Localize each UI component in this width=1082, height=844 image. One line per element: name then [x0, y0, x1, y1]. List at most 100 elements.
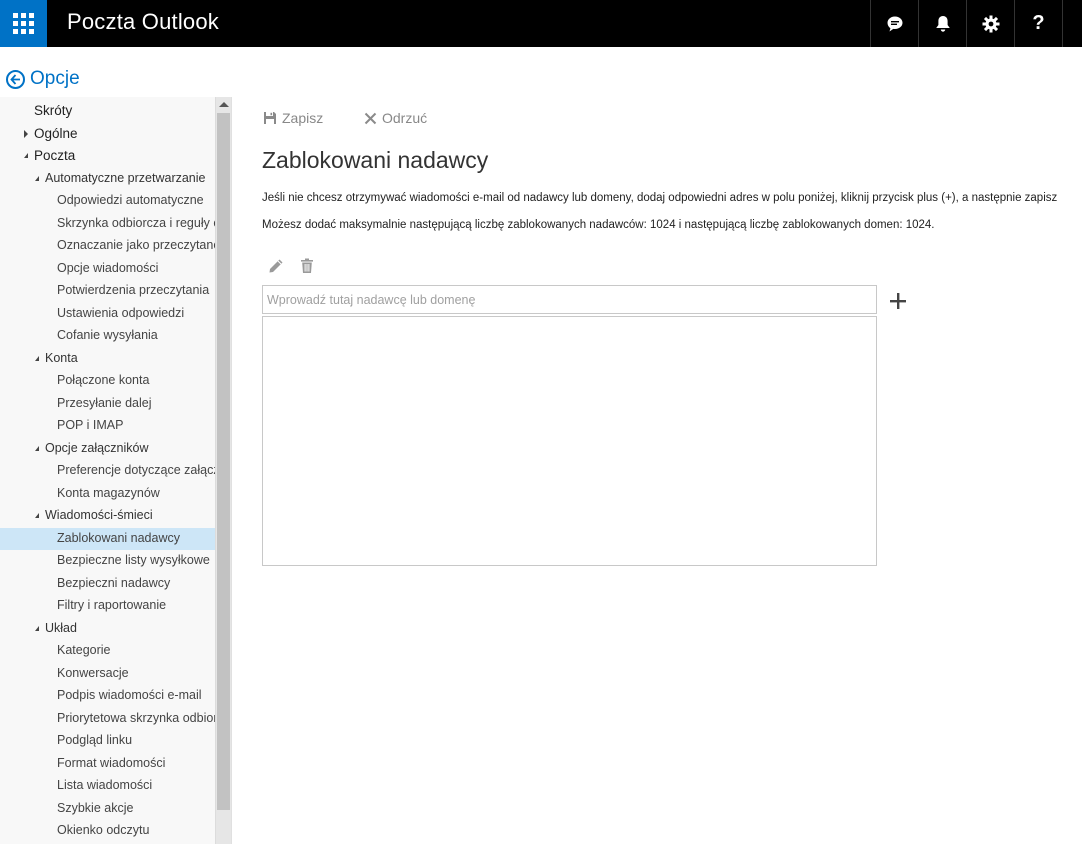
sidebar-item[interactable]: Ogólne: [0, 123, 215, 145]
gear-icon: [982, 15, 999, 32]
sidebar-item[interactable]: Szybkie akcje: [0, 798, 215, 820]
delete-button[interactable]: [297, 256, 317, 276]
page-title: Zablokowani nadawcy: [262, 147, 489, 173]
sidebar-item[interactable]: Konta: [0, 348, 215, 370]
top-bar: Poczta Outlook ?: [0, 0, 1082, 47]
sidebar-item[interactable]: Poczta: [0, 145, 215, 167]
description-text: Jeśli nie chcesz otrzymywać wiadomości e…: [262, 192, 1058, 204]
trash-icon: [301, 258, 313, 273]
sidebar-item[interactable]: Preferencje dotyczące załączn: [0, 460, 215, 482]
sidebar-item[interactable]: Konwersacje: [0, 663, 215, 685]
sidebar-item[interactable]: Priorytetowa skrzynka odbiorc: [0, 708, 215, 730]
sidebar-item[interactable]: Wiadomości-śmieci: [0, 505, 215, 527]
sidebar-item-label: Układ: [45, 620, 77, 635]
sidebar-item-label: Bezpieczni nadawcy: [57, 575, 171, 590]
sidebar-item-label: Podgląd linku: [57, 733, 133, 747]
sidebar-item[interactable]: Podpis wiadomości e-mail: [0, 685, 215, 707]
collapse-arrow-icon[interactable]: [35, 445, 39, 451]
sidebar-item[interactable]: Bezpieczne listy wysyłkowe: [0, 550, 215, 572]
pencil-icon: [269, 259, 283, 273]
add-sender-button[interactable]: [886, 289, 910, 313]
sidebar-item-label: Konta: [45, 350, 78, 365]
sidebar-item[interactable]: Skrzynka odbiorcza i reguły oc: [0, 213, 215, 235]
chat-icon: [887, 16, 902, 31]
sidebar-item-label: Konwersacje: [57, 665, 129, 680]
scroll-thumb[interactable]: [217, 113, 230, 810]
notifications-button[interactable]: [918, 0, 966, 47]
collapse-arrow-icon[interactable]: [35, 175, 39, 181]
sidebar-item[interactable]: Automatyczne przetwarzanie: [0, 168, 215, 190]
sidebar-item-label: POP i IMAP: [57, 418, 124, 432]
sidebar-item[interactable]: Skróty: [0, 100, 215, 122]
sidebar-item[interactable]: Okienko odczytu: [0, 820, 215, 842]
expand-arrow-icon[interactable]: [24, 129, 28, 138]
sidebar-item-label: Cofanie wysyłania: [57, 328, 158, 342]
sidebar-item[interactable]: Bezpieczni nadawcy: [0, 573, 215, 595]
options-sidebar: Skróty Ogólne Poczta Automatyczne przetwarz…: [0, 97, 215, 844]
sidebar-item[interactable]: Filtry i raportowanie: [0, 595, 215, 617]
sidebar-scrollbar[interactable]: [215, 97, 231, 844]
sidebar-item-label: Opcje wiadomości: [57, 260, 159, 275]
sidebar-item[interactable]: Opcje załączników: [0, 438, 215, 460]
options-label: Opcje: [30, 68, 80, 89]
sidebar-item[interactable]: Odpowiedzi automatyczne: [0, 190, 215, 212]
collapse-arrow-icon[interactable]: [24, 153, 28, 158]
sidebar-item-label: Bezpieczne listy wysyłkowe: [57, 553, 210, 567]
app-launcher-icon: [13, 13, 34, 34]
sidebar-item-label: Preferencje dotyczące załączn: [57, 463, 215, 477]
back-arrow-icon: [6, 69, 25, 89]
save-button[interactable]: Zapisz: [263, 110, 323, 126]
sidebar-item-label: Szybkie akcje: [57, 800, 134, 815]
sidebar-item-label: Skróty: [34, 103, 73, 118]
sidebar-item-label: Skrzynka odbiorcza i reguły oc: [57, 215, 215, 230]
sidebar-item-label: Połączone konta: [57, 373, 150, 387]
app-launcher-button[interactable]: [0, 0, 47, 47]
sidebar-item-label: Lista wiadomości: [57, 778, 153, 792]
app-title[interactable]: Poczta Outlook: [67, 9, 219, 35]
sidebar-item[interactable]: Opcje wiadomości: [0, 258, 215, 280]
chat-button[interactable]: [870, 0, 918, 47]
sidebar-item[interactable]: Zablokowani nadawcy: [0, 527, 215, 550]
edit-button[interactable]: [266, 256, 286, 276]
sidebar-item-label: Odpowiedzi automatyczne: [57, 193, 204, 207]
sidebar-item-label: Poczta: [34, 148, 76, 163]
discard-label: Odrzuć: [382, 110, 428, 126]
scroll-up-arrow-icon[interactable]: [219, 102, 229, 107]
sidebar-item[interactable]: Przesyłanie dalej: [0, 393, 215, 415]
collapse-arrow-icon[interactable]: [35, 625, 39, 631]
sidebar-item[interactable]: Ustawienia odpowiedzi: [0, 303, 215, 325]
sidebar-item-label: Kategorie: [57, 643, 111, 657]
save-label: Zapisz: [282, 110, 324, 126]
help-icon: ?: [1032, 12, 1045, 34]
sidebar-item[interactable]: Format wiadomości: [0, 753, 215, 775]
sidebar-item-label: Przesyłanie dalej: [57, 395, 152, 410]
sidebar-item[interactable]: Kategorie: [0, 640, 215, 662]
sidebar-item-label: Ogólne: [34, 125, 78, 141]
sidebar-item-label: Oznaczanie jako przeczytane: [57, 238, 215, 252]
sidebar-item[interactable]: Połączone konta: [0, 370, 215, 392]
settings-button[interactable]: [966, 0, 1014, 47]
sidebar-item[interactable]: Podgląd linku: [0, 730, 215, 752]
sidebar-item[interactable]: Układ: [0, 618, 215, 640]
sidebar-item[interactable]: Konta magazynów: [0, 483, 215, 505]
collapse-arrow-icon[interactable]: [35, 513, 39, 518]
save-icon: [264, 112, 276, 124]
sidebar-item-label: Okienko odczytu: [57, 823, 150, 837]
account-button[interactable]: [1062, 0, 1082, 47]
back-to-options[interactable]: Opcje: [6, 68, 80, 90]
sidebar-item-label: Potwierdzenia przeczytania: [57, 283, 210, 297]
sidebar-item[interactable]: Cofanie wysyłania: [0, 325, 215, 347]
blocked-senders-list[interactable]: [262, 316, 877, 566]
discard-button[interactable]: Odrzuć: [364, 110, 427, 126]
help-button[interactable]: ?: [1014, 0, 1062, 47]
sidebar-item[interactable]: POP i IMAP: [0, 415, 215, 437]
sidebar-item-label: Konta magazynów: [57, 485, 160, 500]
blocked-sender-input[interactable]: [262, 285, 877, 314]
sidebar-item[interactable]: Potwierdzenia przeczytania: [0, 280, 215, 302]
sidebar-item-label: Filtry i raportowanie: [57, 598, 167, 612]
collapse-arrow-icon[interactable]: [35, 355, 39, 361]
sidebar-item-label: Priorytetowa skrzynka odbiorc: [57, 710, 215, 725]
sidebar-item-label: Opcje załączników: [45, 440, 149, 455]
sidebar-item[interactable]: Lista wiadomości: [0, 775, 215, 797]
sidebar-item[interactable]: Oznaczanie jako przeczytane: [0, 235, 215, 257]
